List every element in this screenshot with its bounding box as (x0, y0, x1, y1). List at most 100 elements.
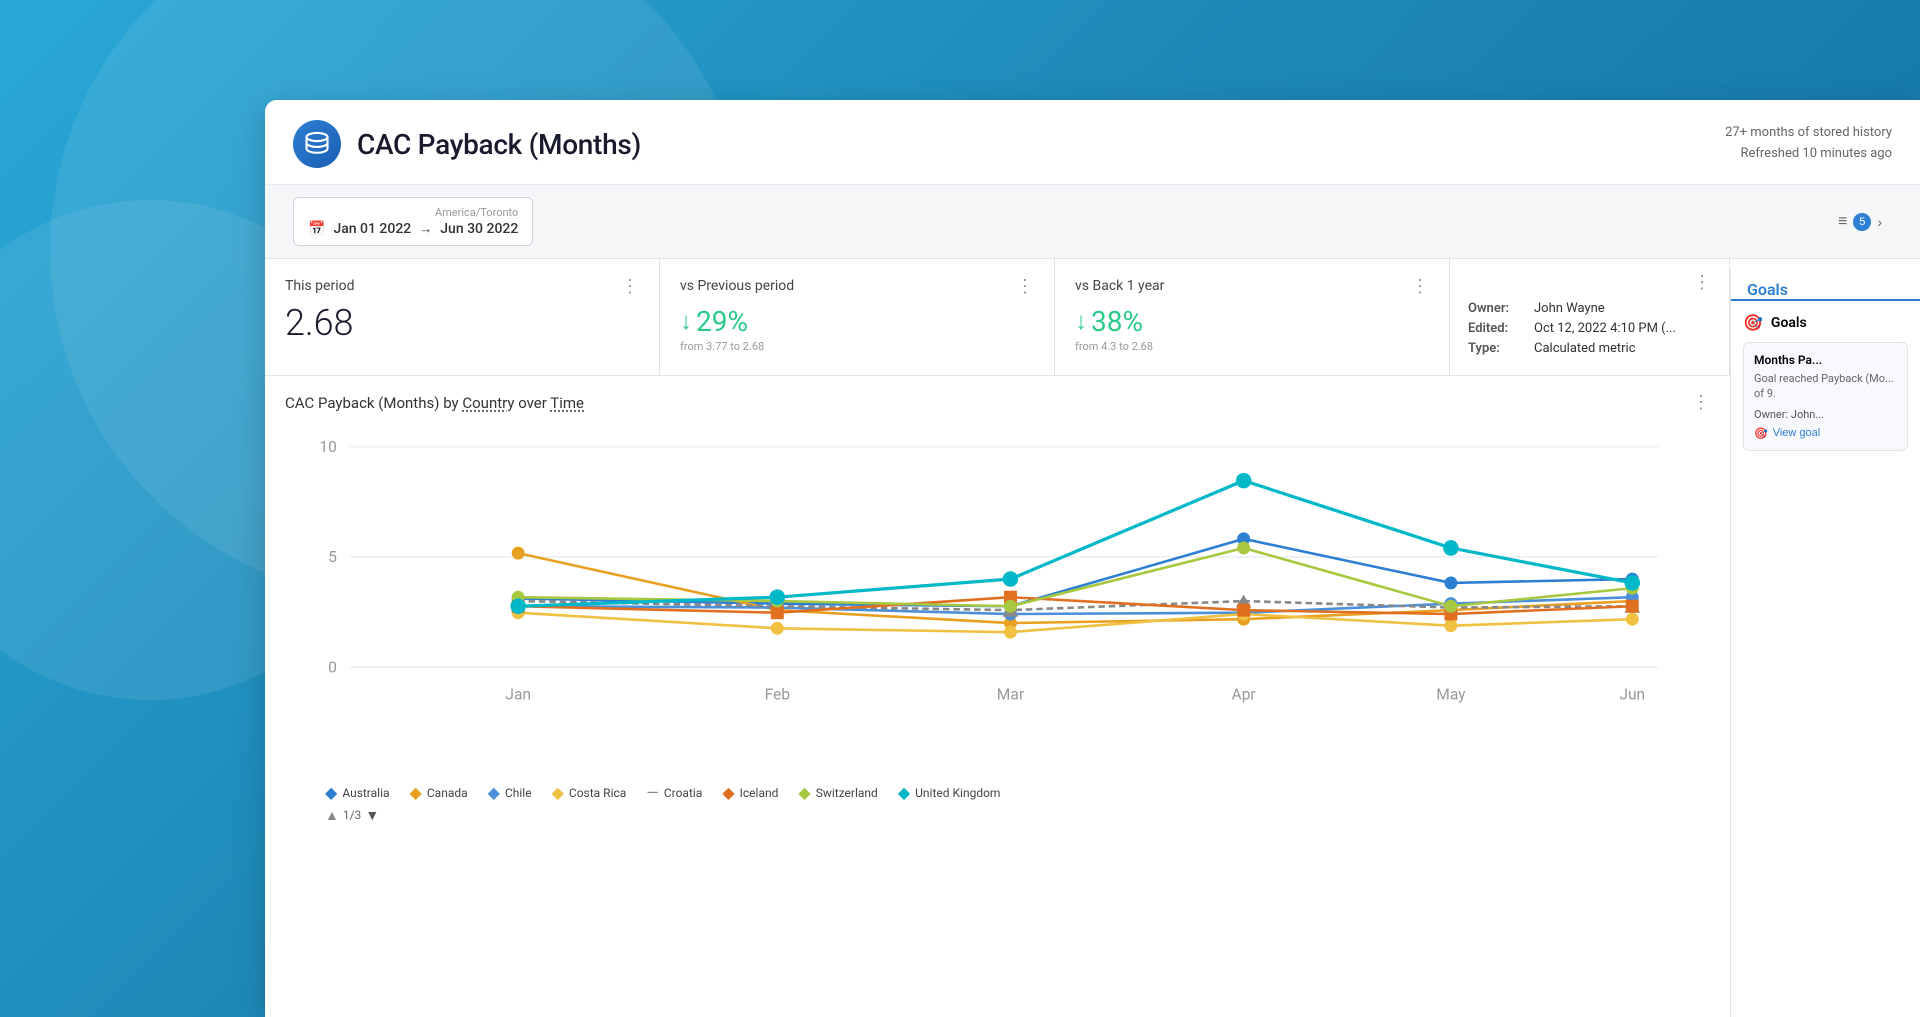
view-goal-button[interactable]: 🎯 View goal (1754, 421, 1820, 440)
arrow-icon: → (419, 221, 432, 237)
info-card: ⋮ Owner: John Wayne Edited: Oct 12, 2022… (1450, 259, 1730, 375)
header-meta: 27+ months of stored history Refreshed 1… (1725, 123, 1892, 165)
goals-tab-header: Goals (1731, 270, 1920, 301)
legend-label-australia: Australia (342, 786, 389, 800)
svg-text:10: 10 (319, 438, 336, 456)
page-title: CAC Payback (Months) (357, 128, 641, 161)
legend-chile: ◆ Chile (488, 785, 532, 801)
chart-title-dimension[interactable]: Country (462, 394, 514, 412)
metric-this-period: This period ⋮ 2.68 (265, 259, 660, 375)
refreshed-text: Refreshed 10 minutes ago (1725, 144, 1892, 165)
owner-label: Owner: (1754, 408, 1788, 421)
svg-text:Apr: Apr (1232, 686, 1257, 704)
type-label: Type: (1468, 341, 1528, 356)
metric-header-3: vs Back 1 year ⋮ (1075, 277, 1429, 295)
date-start: Jan 01 2022 (333, 221, 411, 237)
metric-change-2: ↓ 29% (680, 305, 1034, 338)
metric-change-3: ↓ 38% (1075, 305, 1429, 338)
date-end: Jun 30 2022 (440, 221, 518, 237)
metric-pct-2: 29% (696, 305, 748, 338)
legend-australia: ◆ Australia (325, 785, 390, 801)
metric-title-2: vs Previous period (680, 278, 794, 294)
chart-menu-button[interactable]: ⋮ (1692, 392, 1710, 413)
owner-row: Owner: John Wayne (1468, 301, 1711, 316)
chart-wrapper: 10 5 0 Jan Feb Mar Apr May Jun (285, 421, 1710, 775)
database-icon (293, 120, 341, 168)
owner-value: John Wayne (1534, 301, 1605, 316)
goal-desc: Goal reached Payback (Mo... of 9. (1754, 371, 1897, 402)
filter-icon: ≡ (1838, 213, 1847, 231)
chevron-right-icon: › (1877, 214, 1882, 230)
calendar-icon: 📅 (308, 221, 325, 237)
legend-label-uk: United Kingdom (915, 786, 1000, 800)
metric-value-1: 2.68 (285, 305, 639, 341)
metric-header-2: vs Previous period ⋮ (680, 277, 1034, 295)
owner-label: Owner: (1468, 301, 1528, 316)
metric-title-3: vs Back 1 year (1075, 278, 1164, 294)
type-value: Calculated metric (1534, 341, 1636, 356)
history-text: 27+ months of stored history (1725, 123, 1892, 144)
triangle-up-icon: ▲ (325, 807, 339, 824)
page-current: 1/3 (343, 808, 361, 822)
pagination-next-button[interactable]: ▼ (365, 807, 379, 823)
down-arrow-icon-2: ↓ (680, 307, 692, 336)
legend-costarica: ◆ Costa Rica (552, 785, 627, 801)
type-row: Type: Calculated metric (1468, 341, 1711, 356)
svg-text:Jun: Jun (1619, 686, 1645, 704)
legend-iceland: ◆ Iceland (722, 785, 778, 801)
chart-title-by: by (443, 394, 462, 412)
legend-label-switzerland: Switzerland (816, 786, 878, 800)
metric-menu-1[interactable]: ⋮ (621, 277, 639, 295)
metric-vs-previous: vs Previous period ⋮ ↓ 29% from 3.77 to … (660, 259, 1055, 375)
down-arrow-icon-3: ↓ (1075, 307, 1087, 336)
goals-tab-label: Goals (1747, 280, 1788, 299)
svg-text:Jan: Jan (505, 686, 531, 704)
info-menu[interactable]: ⋮ (1693, 273, 1711, 291)
legend-label-canada: Canada (427, 786, 468, 800)
chart-title-over: over (518, 394, 550, 412)
view-goal-label: View goal (1773, 427, 1821, 439)
legend-switzerland: ◆ Switzerland (798, 785, 877, 801)
metric-from-3: from 4.3 to 2.68 (1075, 340, 1429, 353)
timezone-label: America/Toronto (308, 206, 518, 219)
legend-label-iceland: Iceland (740, 786, 779, 800)
goals-panel: Goals 🎯 Goals Months Pa... Goal reached … (1730, 270, 1920, 1017)
goals-section-header: 🎯 Goals (1743, 313, 1908, 332)
goal-owner: Owner: John... (1754, 408, 1897, 421)
svg-text:Feb: Feb (765, 686, 791, 704)
goals-content: 🎯 Goals Months Pa... Goal reached Paybac… (1731, 301, 1920, 463)
filter-button[interactable]: ≡ 5 › (1828, 207, 1892, 237)
chart-svg: 10 5 0 Jan Feb Mar Apr May Jun (285, 421, 1710, 771)
goal-item: Months Pa... Goal reached Payback (Mo...… (1743, 342, 1908, 451)
chart-title-start: CAC Payback (Months) (285, 394, 439, 412)
toolbar-right: ≡ 5 › (1828, 207, 1892, 237)
chart-legend: ◆ Australia ◆ Canada ◆ Chile ◆ Costa Ric… (285, 775, 1710, 807)
svg-text:0: 0 (328, 658, 337, 676)
metric-menu-2[interactable]: ⋮ (1016, 277, 1034, 295)
metric-vs-year: vs Back 1 year ⋮ ↓ 38% from 4.3 to 2.68 (1055, 259, 1450, 375)
goal-title: Months Pa... (1754, 353, 1897, 367)
toolbar: America/Toronto 📅 Jan 01 2022 → Jun 30 2… (265, 185, 1920, 259)
legend-croatia: — Croatia (646, 785, 702, 801)
view-goal-icon: 🎯 (1754, 427, 1768, 440)
goals-icon: 🎯 (1743, 313, 1763, 332)
metric-menu-3[interactable]: ⋮ (1411, 277, 1429, 295)
svg-text:Mar: Mar (997, 686, 1025, 704)
legend-label-costarica: Costa Rica (569, 786, 626, 800)
chart-title-time[interactable]: Time (550, 394, 584, 412)
legend-label-croatia: Croatia (664, 786, 703, 800)
goals-section-title: Goals (1771, 315, 1807, 331)
chart-title: CAC Payback (Months) by Country over Tim… (285, 394, 584, 412)
legend-label-chile: Chile (505, 786, 532, 800)
metrics-row: This period ⋮ 2.68 vs Previous period ⋮ … (265, 259, 1730, 376)
date-range-dates: 📅 Jan 01 2022 → Jun 30 2022 (308, 221, 518, 237)
content-area: This period ⋮ 2.68 vs Previous period ⋮ … (265, 259, 1920, 1006)
svg-text:May: May (1436, 686, 1466, 704)
chart-section: CAC Payback (Months) by Country over Tim… (265, 376, 1730, 1006)
svg-text:5: 5 (328, 548, 337, 566)
edited-row: Edited: Oct 12, 2022 4:10 PM (... (1468, 321, 1711, 336)
owner-value: John... (1791, 408, 1824, 421)
date-range-selector[interactable]: America/Toronto 📅 Jan 01 2022 → Jun 30 2… (293, 197, 533, 246)
legend-pagination: ▲ 1/3 ▼ (285, 807, 1710, 832)
info-header: ⋮ (1468, 273, 1711, 291)
